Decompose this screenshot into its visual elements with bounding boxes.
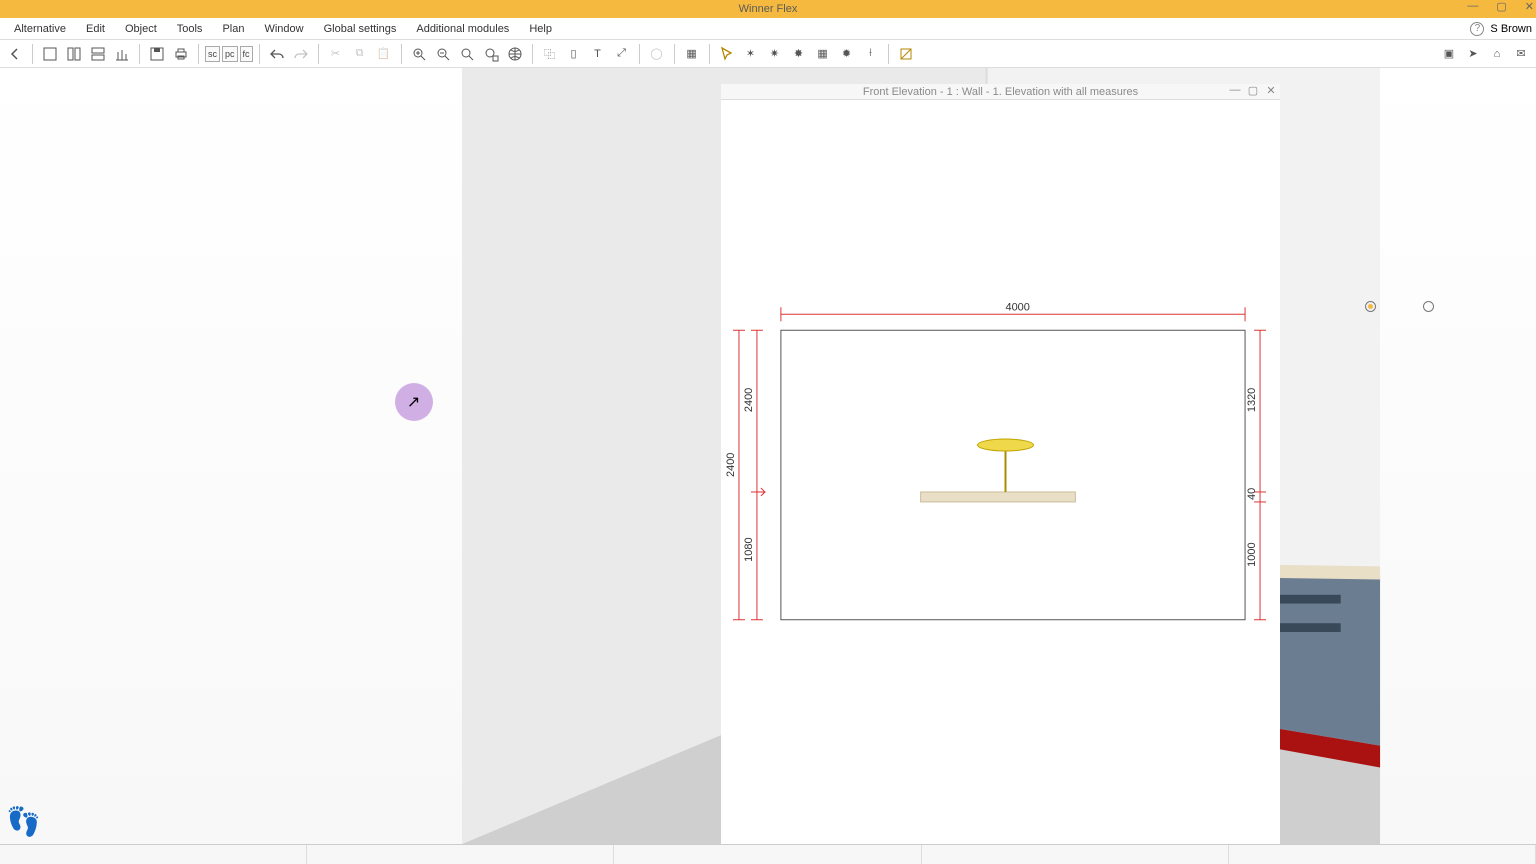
title-bar: Winner Flex — ▢ ✕: [0, 0, 1536, 18]
layout-2-icon[interactable]: [63, 43, 85, 65]
menu-additional-modules[interactable]: Additional modules: [406, 20, 519, 38]
snap-2-icon[interactable]: ✷: [764, 43, 786, 65]
cut-icon[interactable]: ✂: [325, 43, 347, 65]
user-name: S Brown: [1490, 23, 1532, 35]
camera-icon[interactable]: ▣: [1438, 43, 1460, 65]
sc-button[interactable]: sc: [205, 46, 220, 62]
paste-icon[interactable]: 📋: [373, 43, 395, 65]
redo-icon[interactable]: [290, 43, 312, 65]
layout-4-icon[interactable]: [111, 43, 133, 65]
toolbar: sc pc fc ✂ ⧉ 📋 ⿻ ▯ T ⤢ ◯ ▦ ✶ ✷ ✸ ▦ ✹ ⟊ ▣…: [0, 40, 1536, 68]
globe-icon[interactable]: [504, 43, 526, 65]
calc-icon[interactable]: ▦: [681, 43, 703, 65]
snap-4-icon[interactable]: ✹: [836, 43, 858, 65]
menu-bar: Alternative Edit Object Tools Plan Windo…: [0, 18, 1536, 40]
app-title: Winner Flex: [739, 3, 798, 15]
pc-button[interactable]: pc: [222, 46, 238, 62]
elev-close-icon[interactable]: ✕: [1264, 84, 1278, 97]
view-header-elevation: Front Elevation - 1 : Wall - 1. Elevatio…: [721, 84, 1280, 100]
layout-3-icon[interactable]: [87, 43, 109, 65]
elev-max-icon[interactable]: ▢: [1246, 84, 1260, 97]
zoom-out-icon[interactable]: [432, 43, 454, 65]
svg-text:2400: 2400: [743, 388, 755, 412]
mail-icon[interactable]: ✉: [1510, 43, 1532, 65]
ruler-icon[interactable]: ⟊: [860, 43, 882, 65]
footprints-icon: 👣: [6, 805, 41, 838]
tag-icon[interactable]: ⌂: [1486, 43, 1508, 65]
menu-help[interactable]: Help: [519, 20, 562, 38]
layout-1-icon[interactable]: [39, 43, 61, 65]
minimize-icon[interactable]: —: [1467, 0, 1478, 13]
send-icon[interactable]: ➤: [1462, 43, 1484, 65]
close-icon[interactable]: ✕: [1525, 0, 1534, 13]
elevation-view[interactable]: 4000 2400 2400 1080: [721, 100, 1280, 844]
menu-alternative[interactable]: Alternative: [4, 20, 76, 38]
save-icon[interactable]: [146, 43, 168, 65]
maximize-icon[interactable]: ▢: [1496, 0, 1506, 13]
snap-1-icon[interactable]: ✶: [740, 43, 762, 65]
svg-text:1320: 1320: [1246, 388, 1258, 412]
dimension-icon[interactable]: ⤢: [611, 43, 633, 65]
fc-button[interactable]: fc: [240, 46, 253, 62]
svg-text:2400: 2400: [725, 453, 737, 477]
back-icon[interactable]: [4, 43, 26, 65]
door-icon[interactable]: [895, 43, 917, 65]
undo-icon[interactable]: [266, 43, 288, 65]
svg-text:1080: 1080: [743, 537, 755, 561]
view-title-elevation: Front Elevation - 1 : Wall - 1. Elevatio…: [863, 86, 1138, 98]
text-icon[interactable]: T: [587, 43, 609, 65]
circle-icon[interactable]: ◯: [646, 43, 668, 65]
grid-icon[interactable]: ▦: [812, 43, 834, 65]
svg-text:1000: 1000: [1246, 542, 1258, 566]
copy-icon[interactable]: ⧉: [349, 43, 371, 65]
print-icon[interactable]: [170, 43, 192, 65]
menu-plan[interactable]: Plan: [212, 20, 254, 38]
doc-copy-icon[interactable]: ⿻: [539, 43, 561, 65]
zoom-fit-icon[interactable]: [456, 43, 478, 65]
status-bar: [0, 844, 1536, 864]
placement-left-radio[interactable]: [1423, 301, 1434, 312]
zoom-in-icon[interactable]: [408, 43, 430, 65]
menu-global-settings[interactable]: Global settings: [314, 20, 407, 38]
help-icon[interactable]: ?: [1470, 22, 1484, 36]
svg-text:40: 40: [1246, 488, 1258, 500]
menu-object[interactable]: Object: [115, 20, 167, 38]
menu-window[interactable]: Window: [254, 20, 313, 38]
menu-tools[interactable]: Tools: [167, 20, 213, 38]
cursor-indicator: [395, 383, 433, 421]
doc-icon[interactable]: ▯: [563, 43, 585, 65]
zoom-region-icon[interactable]: [480, 43, 502, 65]
menu-edit[interactable]: Edit: [76, 20, 115, 38]
elev-min-icon[interactable]: —: [1228, 84, 1242, 97]
select-icon[interactable]: [716, 43, 738, 65]
placement-right-radio[interactable]: [1365, 301, 1376, 312]
snap-3-icon[interactable]: ✸: [788, 43, 810, 65]
svg-text:4000: 4000: [1005, 301, 1029, 313]
